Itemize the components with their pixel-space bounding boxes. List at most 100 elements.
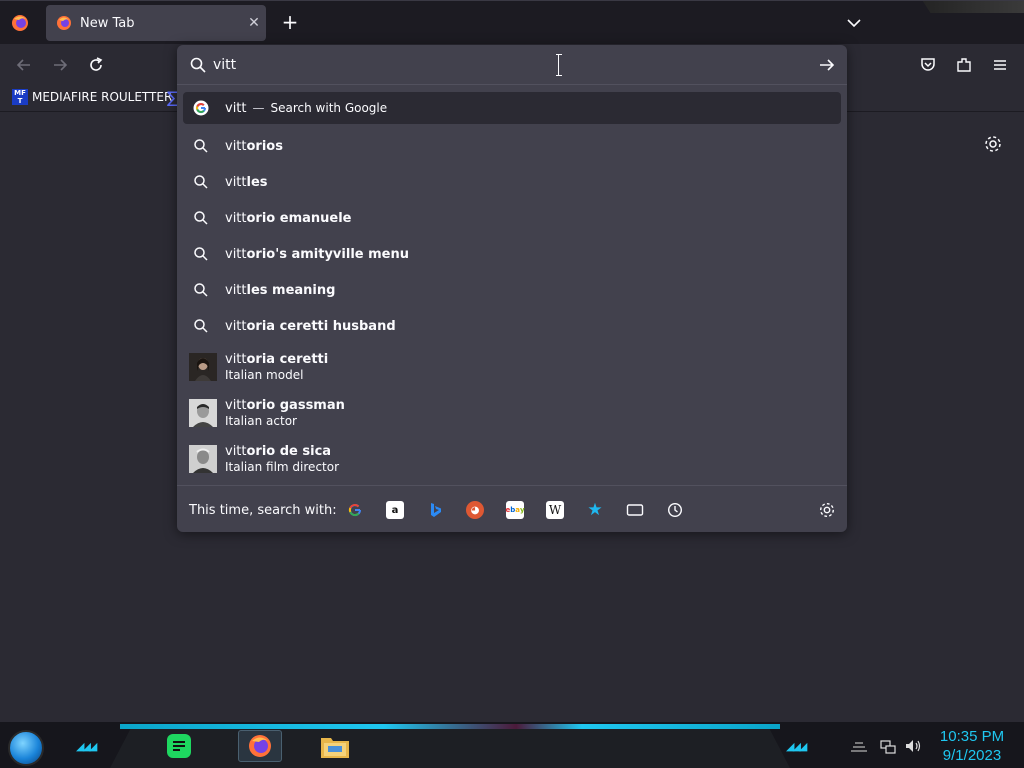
completion-part: oria ceretti	[246, 352, 329, 367]
tab-new-tab[interactable]: New Tab ✕	[46, 5, 266, 41]
tabs-icon[interactable]	[626, 501, 644, 519]
taskbar: ◢◢◢ ◢◢◢ 10:35 PM 9/1/2023	[0, 722, 1024, 768]
suggestion-row[interactable]: vitt orio's amityville menu	[183, 236, 841, 272]
taskbar-band	[110, 729, 790, 768]
search-with-google-row[interactable]: vitt — Search with Google	[183, 92, 841, 124]
completion-part: les meaning	[246, 282, 336, 298]
search-icon	[190, 57, 206, 73]
typed-part: vitt	[225, 352, 247, 367]
back-button[interactable]	[12, 53, 36, 77]
tray-overflow-icon[interactable]	[849, 738, 869, 754]
titlebar-decoration	[922, 1, 1024, 13]
one-off-label: This time, search with:	[189, 503, 337, 518]
suggestion-row[interactable]: vitt oria ceretti husband	[183, 308, 841, 344]
suggestion-row[interactable]: vitt les meaning	[183, 272, 841, 308]
start-button[interactable]	[8, 730, 44, 766]
completion-part: orio gassman	[246, 398, 345, 413]
reload-icon	[90, 57, 103, 71]
bookmarks-icon[interactable]: ★	[586, 500, 604, 520]
mediafire-icon: MF T	[12, 89, 28, 105]
suggestion-row[interactable]: vitt orio emanuele	[183, 200, 841, 236]
pocket-icon	[921, 58, 935, 71]
typed-part: vitt	[225, 138, 247, 154]
person-photo-thumbnail	[189, 399, 217, 427]
clock-time: 10:35 PM	[939, 728, 1005, 745]
close-icon[interactable]: ✕	[242, 15, 266, 31]
network-icon[interactable]	[880, 738, 896, 754]
clock-date: 9/1/2023	[942, 747, 1002, 764]
address-bar	[177, 45, 847, 85]
gear-icon[interactable]	[983, 134, 1003, 154]
typed-part: vitt	[225, 398, 247, 413]
rich-suggestion-row[interactable]: vittorio gassman Italian actor	[183, 390, 841, 436]
new-tab-button[interactable]: +	[279, 11, 301, 33]
system-clock[interactable]: 10:35 PM 9/1/2023	[932, 727, 1012, 765]
puzzle-icon	[957, 58, 971, 72]
forward-button[interactable]	[48, 53, 72, 77]
search-icon	[194, 247, 208, 261]
amazon-icon[interactable]: a	[386, 501, 404, 519]
ebay-icon[interactable]: ebay	[505, 501, 525, 519]
bing-icon[interactable]	[426, 501, 444, 519]
bookmark-label: MEDIAFIRE ROULETTER	[32, 90, 173, 104]
action-text: Search with Google	[270, 101, 388, 115]
query-text: vitt	[225, 100, 247, 116]
history-icon[interactable]	[666, 501, 684, 519]
completion-part: orio's amityville menu	[246, 246, 410, 262]
bookmark-mediafire-roulette[interactable]: MF T MEDIAFIRE ROULETTER	[12, 89, 172, 105]
typed-part: vitt	[225, 444, 247, 459]
chevrons-icon: ◢◢◢	[786, 740, 807, 753]
suggestion-description: Italian film director	[225, 460, 340, 474]
search-icon	[194, 175, 208, 189]
suggestion-description: Italian actor	[225, 414, 297, 428]
completion-part: orios	[246, 138, 283, 154]
volume-icon[interactable]	[904, 738, 921, 754]
arrow-right-icon	[54, 59, 68, 71]
duckduckgo-icon[interactable]: ◕	[466, 501, 484, 519]
search-icon	[194, 283, 208, 297]
separator: —	[252, 101, 265, 115]
rich-suggestion-row[interactable]: vittorio de sica Italian film director	[183, 436, 841, 482]
text-cursor	[556, 54, 562, 76]
rich-suggestion-row[interactable]: vittoria ceretti Italian model	[183, 344, 841, 390]
firefox-icon	[57, 16, 71, 30]
reload-button[interactable]	[84, 53, 108, 77]
typed-part: vitt	[225, 318, 247, 334]
suggestion-row[interactable]: vitt orios	[183, 128, 841, 164]
firefox-taskbar-icon[interactable]	[238, 730, 282, 762]
search-icon	[194, 319, 208, 333]
suggestion-description: Italian model	[225, 368, 304, 382]
google-icon	[193, 100, 209, 116]
typed-part: vitt	[225, 210, 247, 226]
arrow-left-icon	[16, 59, 30, 71]
pocket-button[interactable]	[916, 53, 940, 77]
suggestion-row[interactable]: vitt les	[183, 164, 841, 200]
completion-part: orio emanuele	[246, 210, 352, 226]
firefox-icon[interactable]	[10, 13, 30, 33]
search-icon	[194, 139, 208, 153]
search-icon	[194, 211, 208, 225]
typed-part: vitt	[225, 174, 247, 190]
typed-part: vitt	[225, 282, 247, 298]
wikipedia-icon[interactable]: W	[546, 501, 564, 519]
gear-icon[interactable]	[818, 501, 836, 519]
spotify-notes-app-icon[interactable]	[162, 730, 196, 762]
go-arrow-icon[interactable]	[817, 55, 837, 75]
chevrons-icon: ◢◢◢	[76, 740, 97, 753]
app-menu-button[interactable]	[988, 53, 1012, 77]
hamburger-menu-icon	[994, 60, 1006, 70]
address-input[interactable]	[213, 53, 773, 77]
tab-strip: New Tab ✕ +	[0, 0, 1024, 44]
tab-title: New Tab	[80, 15, 135, 31]
suggestion-list: vitt — Search with Google vitt orios vitt…	[183, 92, 841, 482]
chevron-down-icon[interactable]	[843, 12, 865, 34]
one-off-search-bar: This time, search with: a ◕ ebay W ★	[177, 485, 847, 532]
completion-part: oria ceretti husband	[246, 318, 396, 334]
taskbar-neon-strip	[120, 724, 780, 729]
google-icon[interactable]	[346, 501, 364, 519]
completion-part: orio de sica	[246, 444, 332, 459]
typed-part: vitt	[225, 246, 247, 262]
person-photo-thumbnail	[189, 445, 217, 473]
extensions-button[interactable]	[952, 53, 976, 77]
file-explorer-icon[interactable]	[318, 730, 352, 762]
